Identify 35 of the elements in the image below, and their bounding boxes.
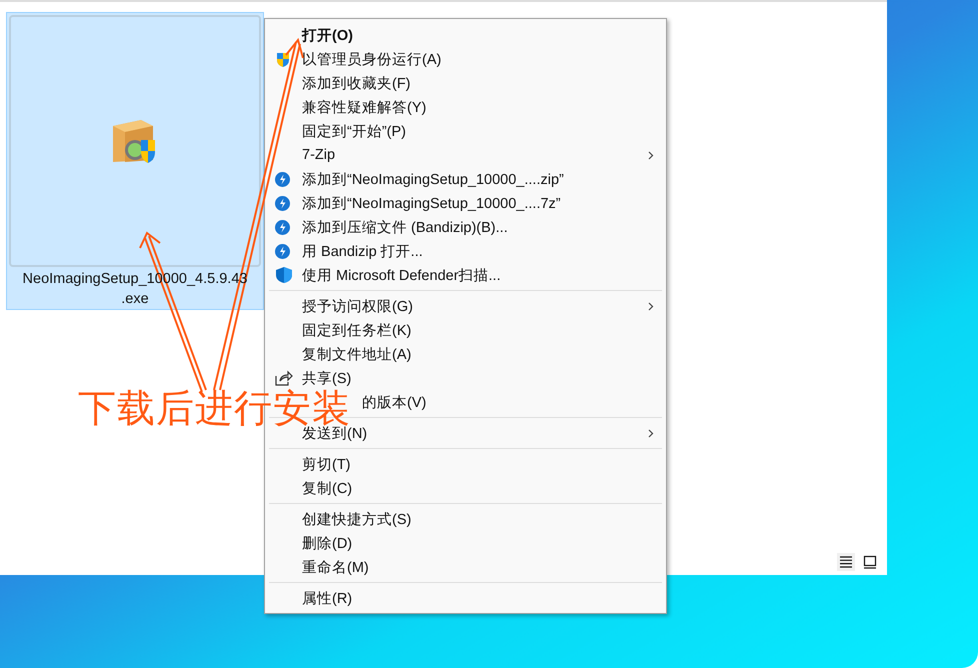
menu-item[interactable]: 复制文件地址(A) xyxy=(265,342,666,366)
chevron-right-icon xyxy=(648,428,654,438)
lightning-circle-icon xyxy=(275,220,290,234)
menu-item[interactable]: 剪切(T) xyxy=(265,452,666,476)
menu-item[interactable]: 添加到压缩文件 (Bandizip)(B)... xyxy=(265,215,666,239)
lightning-circle-icon xyxy=(275,196,290,210)
menu-item[interactable]: 用 Bandizip 打开... xyxy=(265,239,666,263)
preview-pane-icon[interactable] xyxy=(861,553,879,571)
menu-item[interactable]: 重命名(M) xyxy=(265,555,666,579)
menu-item[interactable]: 共享(S) xyxy=(265,366,666,390)
lightning-circle-icon xyxy=(275,172,290,186)
details-view-icon[interactable] xyxy=(837,553,855,571)
menu-item[interactable]: 创建快捷方式(S) xyxy=(265,507,666,531)
lightning-circle-icon xyxy=(275,244,290,258)
menu-item[interactable]: 固定到任务栏(K) xyxy=(265,318,666,342)
share-icon xyxy=(275,370,293,386)
menu-item[interactable]: 打开(O) xyxy=(265,23,666,47)
chevron-right-icon xyxy=(648,302,654,310)
menu-item[interactable]: 7-Zip xyxy=(265,143,666,167)
menu-item[interactable]: 添加到“NeoImagingSetup_10000_....7z” xyxy=(265,191,666,215)
shield-icon xyxy=(275,51,291,67)
menu-item[interactable]: 删除(D) xyxy=(265,531,666,555)
menu-item[interactable]: 固定到“开始”(P) xyxy=(265,119,666,143)
menu-item[interactable]: 属性(R) xyxy=(265,586,666,610)
menu-item[interactable]: 添加到“NeoImagingSetup_10000_....zip” xyxy=(265,167,666,191)
menu-item[interactable]: 以管理员身份运行(A) xyxy=(265,47,666,71)
menu-item[interactable]: 使用 Microsoft Defender扫描... xyxy=(265,263,666,287)
menu-item[interactable]: 添加到收藏夹(F) xyxy=(265,71,666,95)
menu-item[interactable]: 授予访问权限(G) xyxy=(265,294,666,318)
chevron-right-icon xyxy=(648,150,654,160)
menu-item[interactable]: 复制(C) xyxy=(265,476,666,500)
annotation-text: 下载后进行安装 xyxy=(78,389,351,427)
shield-icon xyxy=(275,266,293,284)
menu-item[interactable]: 的版本(V) xyxy=(362,392,426,412)
menu-item[interactable]: 兼容性疑难解答(Y) xyxy=(265,95,666,119)
